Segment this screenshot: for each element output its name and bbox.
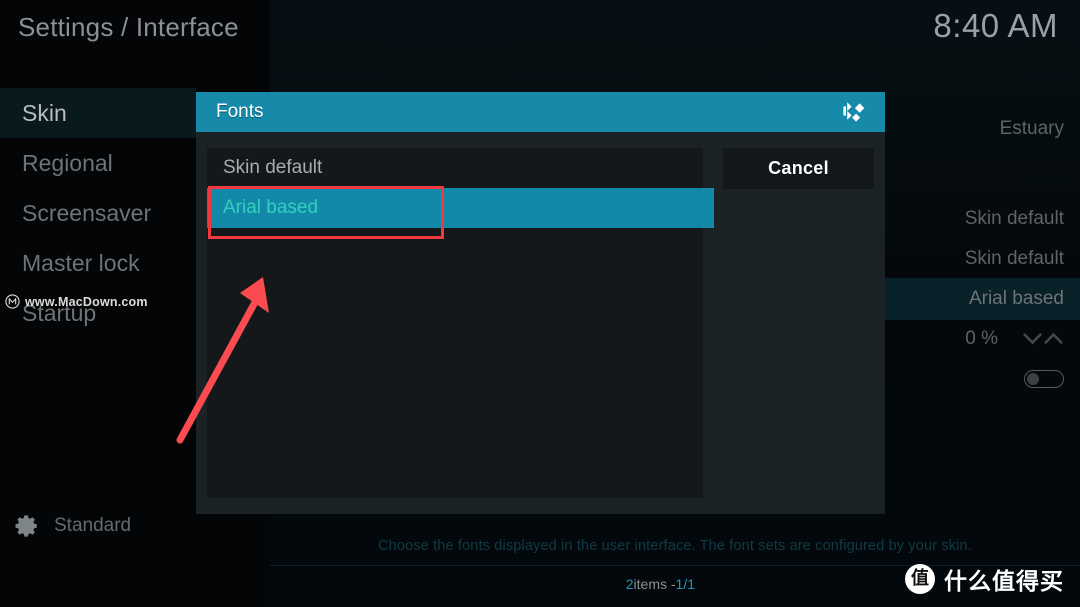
setting-value: 0 %: [965, 328, 998, 349]
breadcrumb: Settings / Interface: [18, 12, 239, 42]
clock: 8:40 AM: [933, 7, 1058, 44]
setting-value-colours[interactable]: Skin default: [884, 198, 1080, 240]
macdown-watermark-text: www.MacDown.com: [25, 294, 148, 309]
sidebar-item-label: Screensaver: [22, 199, 152, 226]
fonts-dialog: Fonts Skin default Arial based 2 items -…: [196, 92, 885, 592]
settings-values-panel: Estuary Skin default Skin default Arial …: [884, 88, 1080, 537]
item-count: 2: [625, 576, 634, 592]
sidebar-item-label: Master lock: [22, 249, 140, 276]
kodi-logo-icon: [843, 102, 865, 122]
sidebar-item-skin[interactable]: Skin: [0, 88, 196, 138]
help-text: Choose the fonts displayed in the user i…: [378, 538, 972, 554]
setting-value: Arial based: [968, 288, 1064, 309]
cancel-button-label: Cancel: [768, 158, 829, 178]
setting-value: Skin default: [964, 208, 1064, 229]
dialog-header: Fonts: [196, 92, 885, 132]
smzdm-logo-icon: 值: [905, 564, 935, 594]
top-bar: Settings / Interface 8:40 AM: [0, 0, 1080, 88]
setting-value: Skin default: [964, 248, 1064, 269]
sidebar-item-screensaver[interactable]: Screensaver: [0, 188, 196, 238]
sidebar-item-label: Regional: [22, 149, 113, 176]
gear-icon: [15, 515, 37, 537]
sidebar: Skin Regional Screensaver Master lock St…: [0, 88, 196, 607]
setting-value-zoom[interactable]: 0 %: [884, 318, 1080, 360]
smzdm-watermark-text: 什么值得买: [944, 569, 1064, 595]
setting-value-toggle[interactable]: [884, 358, 1080, 400]
list-item-label: Skin default: [223, 157, 323, 178]
item-count-separator: items -: [633, 576, 676, 592]
list-item-label: Arial based: [223, 197, 319, 218]
sidebar-item-label: Skin: [22, 99, 67, 126]
circled-m-icon: [5, 294, 20, 309]
settings-level-button[interactable]: Standard: [14, 506, 196, 546]
toggle-knob: [1027, 373, 1039, 385]
setting-value-skin-theme[interactable]: Estuary: [884, 108, 1080, 150]
setting-value-skin-default[interactable]: Skin default: [884, 238, 1080, 280]
dialog-title: Fonts: [216, 101, 264, 122]
chevron-down-icon[interactable]: [1022, 332, 1043, 346]
page-indicator: 1/1: [675, 576, 695, 592]
chevron-up-icon[interactable]: [1043, 332, 1064, 346]
smzdm-watermark: 值 什么值得买: [905, 562, 1064, 596]
macdown-watermark: www.MacDown.com: [5, 294, 148, 309]
settings-level-label: Standard: [54, 515, 132, 536]
list-item[interactable]: Arial based: [207, 188, 714, 228]
sidebar-item-regional[interactable]: Regional: [0, 138, 196, 188]
setting-value: Estuary: [999, 118, 1064, 139]
help-bar: Choose the fonts displayed in the user i…: [270, 528, 1080, 564]
kodi-settings-screen: Settings / Interface 8:40 AM Skin Region…: [0, 0, 1080, 607]
cancel-button[interactable]: Cancel: [723, 148, 874, 189]
fonts-list[interactable]: Skin default Arial based: [207, 148, 714, 498]
toggle-switch[interactable]: [1024, 370, 1064, 388]
zoom-spinner[interactable]: 0 %: [965, 328, 1064, 350]
list-footer: 2 items - 1/1: [207, 572, 703, 596]
sidebar-item-master-lock[interactable]: Master lock: [0, 238, 196, 288]
setting-value-fonts[interactable]: Arial based: [884, 278, 1080, 320]
list-item[interactable]: Skin default: [207, 148, 703, 188]
